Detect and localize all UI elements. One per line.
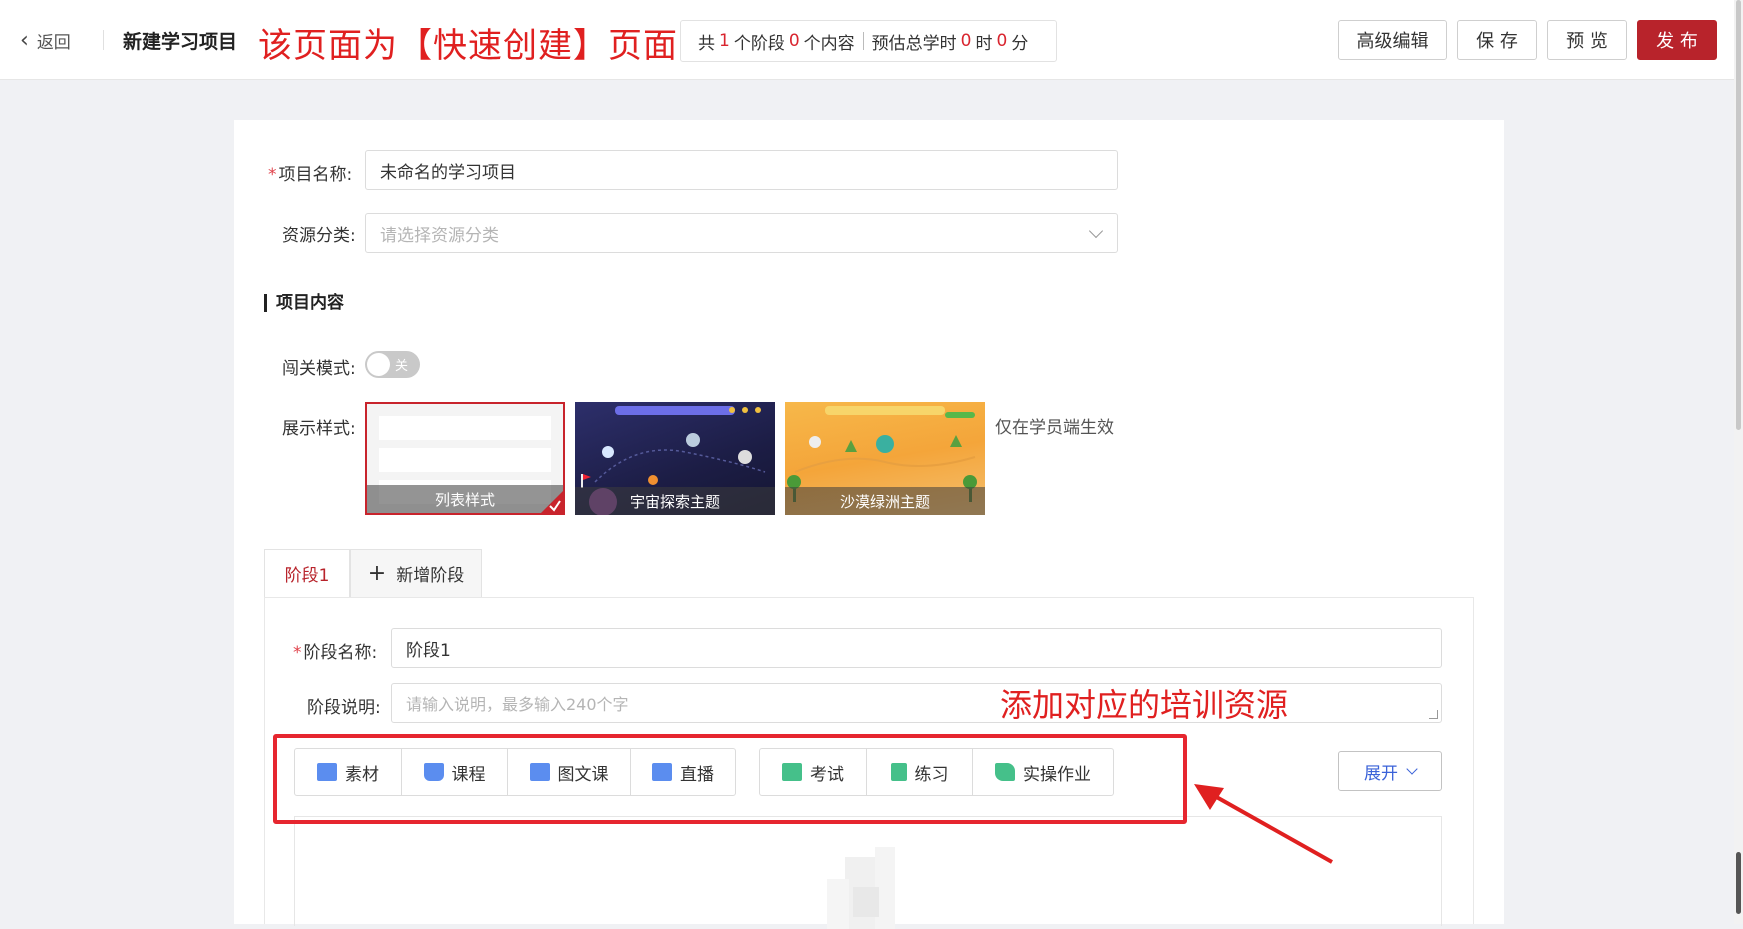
- toggle-knob: [367, 353, 390, 376]
- chevron-left-icon: ‹: [20, 27, 29, 53]
- list-row-preview: [379, 416, 551, 440]
- tab-add-stage[interactable]: + 新增阶段: [350, 549, 482, 597]
- chevron-down-icon: [1088, 223, 1104, 239]
- stats-separator: [862, 32, 864, 50]
- style-caption: 列表样式: [367, 485, 563, 513]
- stage-unit: 个阶段: [733, 33, 785, 54]
- plus-icon: +: [367, 560, 387, 586]
- back-button[interactable]: ‹ 返回: [20, 28, 71, 53]
- annotation-highlight-box: [273, 734, 1187, 824]
- hours-value: 0: [960, 31, 972, 51]
- page-scrollbar[interactable]: [1734, 0, 1743, 924]
- selected-check-icon: [541, 491, 563, 513]
- category-placeholder: 请选择资源分类: [380, 225, 499, 246]
- est-label: 预估总学时: [871, 33, 957, 54]
- tab-stage-1[interactable]: 阶段1: [264, 549, 350, 597]
- style-label: 展示样式:: [282, 419, 356, 439]
- stage-name-label-text: 阶段名称:: [303, 643, 378, 663]
- expand-label: 展开: [1364, 763, 1398, 784]
- stage-name-label: * 阶段名称:: [293, 643, 378, 663]
- stage-name-input[interactable]: 阶段1: [391, 628, 1442, 668]
- minutes-unit: 分: [1011, 33, 1029, 54]
- mode-label: 闯关模式:: [282, 359, 356, 379]
- content-count: 0: [788, 31, 800, 51]
- category-label: 资源分类:: [282, 226, 356, 246]
- minutes-value: 0: [996, 31, 1008, 51]
- publish-button[interactable]: 发 布: [1637, 20, 1717, 60]
- project-stats: 共 1 个阶段 0 个内容 预估总学时 0 时 0 分: [680, 20, 1057, 62]
- project-name-label-text: 项目名称:: [278, 165, 353, 185]
- annotation-quick-create: 该页面为【快速创建】页面: [258, 26, 678, 66]
- stage-desc-placeholder: 请输入说明，最多输入240个字: [406, 695, 629, 714]
- project-name-label: * 项目名称:: [268, 165, 353, 185]
- style-caption: 宇宙探索主题: [575, 487, 775, 515]
- advanced-edit-button[interactable]: 高级编辑: [1338, 20, 1447, 60]
- list-row-preview: [379, 448, 551, 472]
- empty-state-icon: [827, 847, 895, 929]
- section-title: 项目内容: [264, 294, 344, 312]
- header-divider: [103, 30, 104, 50]
- chevron-down-icon: [1406, 763, 1418, 775]
- category-select[interactable]: 请选择资源分类: [365, 213, 1118, 253]
- stage-desc-label: 阶段说明:: [307, 698, 381, 718]
- scrollbar-grip[interactable]: [1736, 852, 1741, 914]
- page-title: 新建学习项目: [123, 31, 238, 53]
- toggle-state: 关: [395, 359, 409, 374]
- mode-toggle[interactable]: 关: [365, 351, 420, 378]
- preview-button[interactable]: 预 览: [1547, 20, 1627, 60]
- style-option-list[interactable]: 列表样式: [365, 402, 565, 515]
- resize-handle-icon[interactable]: [1429, 710, 1438, 719]
- back-label: 返回: [36, 33, 71, 53]
- project-name-input[interactable]: 未命名的学习项目: [365, 150, 1118, 190]
- save-button[interactable]: 保 存: [1457, 20, 1537, 60]
- content-unit: 个内容: [803, 33, 855, 54]
- style-note: 仅在学员端生效: [995, 418, 1114, 438]
- hours-unit: 时: [975, 33, 993, 54]
- annotation-arrow-icon: [1194, 784, 1333, 864]
- expand-button[interactable]: 展开: [1338, 751, 1442, 791]
- add-stage-label: 新增阶段: [396, 566, 465, 586]
- scrollbar-thumb[interactable]: [1736, 0, 1741, 430]
- style-option-desert[interactable]: 沙漠绿洲主题: [785, 402, 985, 515]
- style-option-space[interactable]: 宇宙探索主题: [575, 402, 775, 515]
- annotation-add-resources: 添加对应的培训资源: [1000, 686, 1289, 724]
- stage-count: 1: [719, 31, 730, 51]
- stats-prefix: 共: [698, 33, 715, 54]
- top-header: ‹ 返回 新建学习项目 该页面为【快速创建】页面 共 1 个阶段 0 个内容 预…: [0, 0, 1734, 80]
- style-caption: 沙漠绿洲主题: [785, 487, 985, 515]
